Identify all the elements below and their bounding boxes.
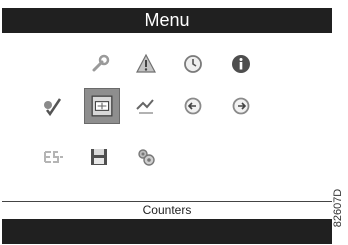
info-icon[interactable] [228, 51, 254, 77]
forward-icon[interactable] [228, 93, 254, 119]
check-settings-icon[interactable] [39, 93, 65, 119]
warning-icon[interactable] [133, 51, 159, 77]
es-icon[interactable] [41, 144, 67, 170]
wrench-icon[interactable] [87, 51, 113, 77]
counters-icon[interactable] [84, 88, 120, 124]
figure-code: 82607D [330, 177, 346, 239]
status-label: Counters [142, 203, 192, 217]
controller-screen: Menu Counters [2, 8, 332, 244]
trend-icon[interactable] [133, 93, 159, 119]
menu-title: Menu [2, 8, 332, 33]
save-icon[interactable] [86, 144, 112, 170]
bottom-bar [2, 219, 332, 244]
gears-icon[interactable] [133, 144, 159, 170]
return-icon[interactable] [180, 93, 206, 119]
figure-code-text: 82607D [332, 188, 344, 228]
clock-icon[interactable] [180, 51, 206, 77]
